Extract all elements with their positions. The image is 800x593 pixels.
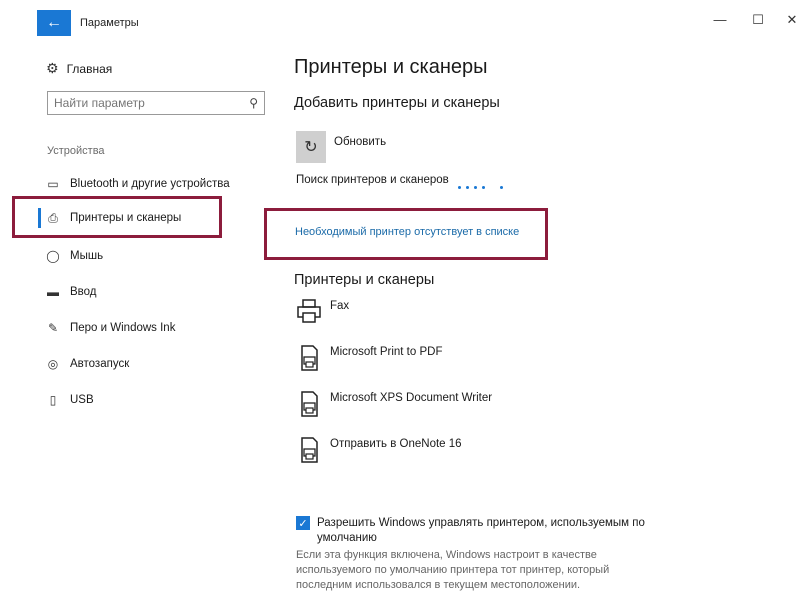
sidebar-item-label: Принтеры и сканеры (70, 212, 182, 224)
nav-home-label: Главная (66, 61, 113, 76)
sidebar-item-pen[interactable]: ✎ Перо и Windows Ink (46, 318, 176, 338)
sidebar-item-label: Перо и Windows Ink (70, 322, 176, 334)
refresh-icon: ↻ (304, 139, 318, 156)
close-button[interactable]: ✕ (780, 12, 800, 28)
printer-name: Отправить в OneNote 16 (330, 438, 462, 450)
document-printer-icon (301, 391, 318, 417)
refresh-label[interactable]: Обновить (334, 136, 386, 148)
section-label-devices: Устройства (47, 145, 105, 157)
printer-icon: ⎙ (48, 210, 58, 225)
progress-dots (458, 186, 503, 189)
sidebar-item-label: Ввод (70, 286, 97, 298)
gear-icon: ⚙ (46, 60, 59, 76)
keyboard-icon: ▬ (47, 285, 59, 299)
add-printers-heading: Добавить принтеры и сканеры (294, 95, 500, 111)
search-input[interactable] (54, 96, 234, 110)
sidebar-item-label: Автозапуск (70, 358, 130, 370)
checkmark-icon: ✓ (298, 517, 308, 530)
search-icon[interactable]: ⚲ (249, 96, 258, 110)
selection-indicator (38, 208, 41, 228)
sidebar-item-label: Bluetooth и другие устройства (70, 178, 230, 190)
page-title: Принтеры и сканеры (294, 56, 488, 78)
document-printer-icon (301, 345, 318, 371)
printer-item-xps[interactable]: Microsoft XPS Document Writer (296, 390, 492, 418)
bluetooth-devices-icon: ▭ (47, 177, 59, 191)
sidebar-item-label: USB (70, 394, 94, 406)
minimize-button[interactable]: — (708, 12, 732, 27)
default-printer-checkbox[interactable]: ✓ (296, 516, 310, 530)
printer-name: Fax (330, 300, 350, 312)
printer-missing-link[interactable]: Необходимый принтер отсутствует в списке (295, 226, 519, 238)
searching-status: Поиск принтеров и сканеров (296, 174, 449, 186)
default-printer-description: Если эта функция включена, Windows настр… (296, 549, 610, 591)
sidebar-item-usb[interactable]: ▯ USB (46, 390, 94, 410)
sidebar-item-bluetooth[interactable]: ▭ Bluetooth и другие устройства (46, 174, 230, 194)
usb-icon: ▯ (49, 393, 57, 407)
refresh-button[interactable]: ↻ (296, 131, 326, 163)
mouse-icon: ◯ (46, 249, 60, 263)
sidebar-item-typing[interactable]: ▬ Ввод (46, 282, 97, 302)
sidebar-item-printers[interactable]: ⎙ Принтеры и сканеры (46, 208, 181, 228)
printers-list-heading: Принтеры и сканеры (294, 272, 435, 288)
pen-icon: ✎ (47, 321, 59, 335)
printer-item-fax[interactable]: Fax (296, 298, 349, 324)
document-printer-icon (301, 437, 318, 463)
search-box[interactable]: ⚲ (47, 91, 265, 115)
title-bar: ← Параметры — ☐ ✕ (0, 0, 800, 46)
printer-name: Microsoft Print to PDF (330, 346, 443, 358)
back-arrow-icon: ← (46, 14, 62, 31)
printer-name: Microsoft XPS Document Writer (330, 392, 493, 404)
maximize-button[interactable]: ☐ (746, 12, 770, 28)
autoplay-icon: ◎ (47, 357, 59, 371)
default-printer-checkbox-label[interactable]: Разрешить Windows управлять принтером, и… (317, 516, 647, 546)
sidebar-item-label: Мышь (70, 250, 104, 262)
back-button[interactable]: ← (37, 10, 71, 36)
printer-item-onenote[interactable]: Отправить в OneNote 16 (296, 436, 462, 464)
sidebar-item-mouse[interactable]: ◯ Мышь (46, 246, 103, 266)
printer-item-pdf[interactable]: Microsoft Print to PDF (296, 344, 442, 372)
fax-printer-icon (297, 299, 321, 323)
window-title: Параметры (80, 17, 139, 29)
nav-home[interactable]: ⚙ Главная (46, 60, 112, 77)
sidebar-item-autoplay[interactable]: ◎ Автозапуск (46, 354, 129, 374)
